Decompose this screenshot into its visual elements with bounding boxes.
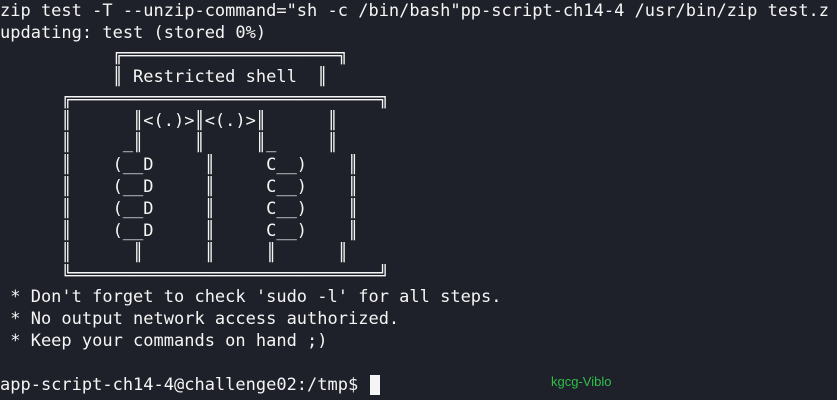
command-line: zip test -T --unzip-command="sh -c /bin/… [0,1,830,21]
banner-line: ║ Restricted shell ║ [0,67,328,87]
terminal-window[interactable]: zip test -T --unzip-command="sh -c /bin/… [0,0,837,400]
cursor[interactable] [370,375,381,395]
banner-line: ║ _║ ║ ║_ ║ [0,133,338,153]
shell-prompt: app-script-ch14-4@challenge02:/tmp$ [0,375,369,395]
banner-line: ║ (__D ║ C__) ║ [0,221,359,241]
banner-line: ║ ║<(.)>║<(.)>║ ║ [0,111,338,131]
banner-line: ║ (__D ║ C__) ║ [0,199,359,219]
banner-line: ║ (__D ║ C__) ║ [0,155,359,175]
prompt-line[interactable]: app-script-ch14-4@challenge02:/tmp$ [0,374,837,396]
restricted-shell-banner: ╔═════════════════════╗ ║ Restricted she… [0,44,837,286]
banner-line: ╔═════════════════════╗ [0,45,348,65]
banner-line: ╔══════════════════════════════╗ [0,89,389,109]
note-network: * No output network access authorized. [0,309,400,329]
banner-line: ╚══════════════════════════════╝ [0,265,389,285]
note-sudo: * Don't forget to check 'sudo -l' for al… [0,287,502,307]
watermark-label: kgcg-Viblo [551,374,612,389]
command-output: updating: test (stored 0%) [0,23,267,43]
banner-line: ║ (__D ║ C__) ║ [0,177,359,197]
banner-line: ║ ║ ║ ║ ║ [0,243,348,263]
note-commands: * Keep your commands on hand ;) [0,331,328,351]
